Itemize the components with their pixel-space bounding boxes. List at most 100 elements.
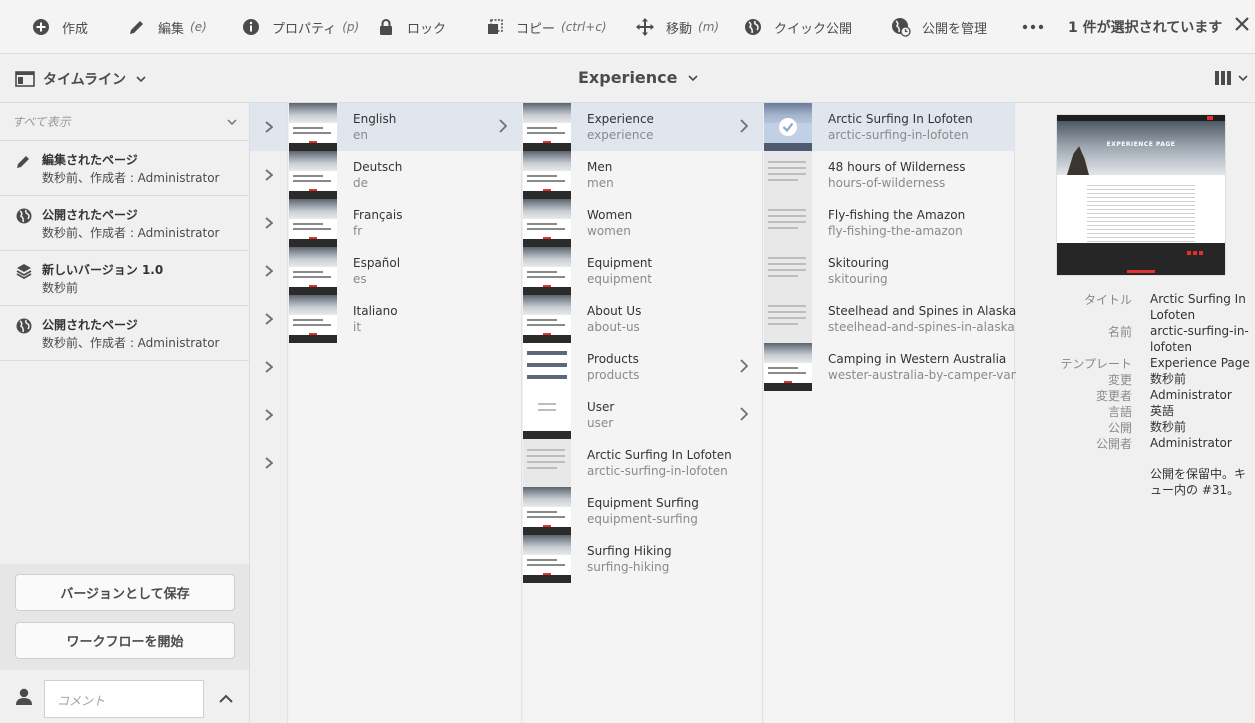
column-item[interactable]: Men men [523,151,762,199]
experience-column: Arctic Surfing In Lofoten arctic-surfing… [764,103,1018,723]
column-item[interactable]: Steelhead and Spines in Alaska steelhead… [764,295,1016,343]
rail-selector[interactable]: タイムライン [15,69,146,89]
column-item[interactable]: Français fr [289,199,521,247]
root-item[interactable] [250,439,287,487]
column-item[interactable]: Deutsch de [289,151,521,199]
chevron-right-icon [499,119,507,133]
timeline-actions: バージョンとして保存 ワークフローを開始 コメント [0,564,249,723]
root-item[interactable] [250,151,287,199]
globe-icon [16,318,32,334]
column-item[interactable]: English en [289,103,521,151]
root-item[interactable] [250,295,287,343]
meta-row: 変更者 Administrator [1016,387,1255,403]
meta-value: Experience Page [1150,356,1250,370]
column-item[interactable]: Equipment equipment [523,247,762,295]
comment-input[interactable]: コメント [44,680,204,718]
chevron-right-icon [264,361,273,373]
column-item[interactable]: About Us about-us [523,295,762,343]
chevron-right-icon [264,217,273,229]
page-thumbnail [764,199,812,247]
column-item[interactable]: User user [523,391,762,439]
comment-row: コメント [0,670,249,723]
edit-shortcut: (e) [190,20,207,34]
item-name: en [353,128,368,142]
column-item[interactable]: Skitouring skitouring [764,247,1014,295]
root-item[interactable] [250,103,287,151]
manage-publication-label: 公開を管理 [922,21,988,37]
root-item[interactable] [250,199,287,247]
chevron-right-icon [264,409,273,421]
item-title: English [353,112,397,126]
page-thumbnail [764,151,812,199]
column-item[interactable]: Women women [523,199,762,247]
properties-label: プロパティ [272,21,337,37]
column-item[interactable]: Italiano it [289,295,521,343]
item-name: equipment [587,272,652,286]
timeline-rail: すべて表示 編集されたページ 数秒前、作成者 : Administrator 公… [0,103,250,723]
timeline-entry[interactable]: 新しいバージョン 1.0 数秒前 [0,251,249,306]
chevron-right-icon [264,313,273,325]
item-name: experience [587,128,654,142]
close-selection-button[interactable] [1234,16,1252,38]
properties-shortcut: (p) [342,20,360,34]
item-name: fr [353,224,363,238]
copy-shortcut: (ctrl+c) [561,20,607,34]
view-switcher[interactable] [1214,70,1248,86]
more-icon [1022,16,1044,38]
breadcrumb[interactable]: Experience [578,68,698,87]
timeline-entry[interactable]: 編集されたページ 数秒前、作成者 : Administrator [0,141,249,196]
column-item[interactable]: Experience experience [523,103,762,151]
column-item-selected[interactable]: Arctic Surfing In Lofoten arctic-surfing… [764,103,1014,151]
meta-value: arctic-surfing-in-lofoten [1150,324,1249,354]
save-as-version-button[interactable]: バージョンとして保存 [15,574,235,611]
item-title: Products [587,352,639,366]
page-thumbnail [523,247,571,295]
page-preview-image: EXPERIENCE PAGE [1057,115,1225,275]
move-button[interactable]: 移動 (m) [634,0,719,54]
chevron-right-icon [740,359,748,373]
column-item[interactable]: Español es [289,247,521,295]
start-workflow-button[interactable]: ワークフローを開始 [15,622,235,659]
pencil-icon [16,153,32,169]
column-item[interactable]: Products products [523,343,762,391]
create-label: 作成 [62,21,89,37]
item-title: Women [587,208,633,222]
root-item[interactable] [250,343,287,391]
chevron-down-icon [227,119,237,125]
timeline-filter[interactable]: すべて表示 [0,103,249,141]
properties-button[interactable]: プロパティ (p) [240,0,359,54]
root-item[interactable] [250,247,287,295]
lock-button[interactable]: ロック [375,0,446,54]
quick-publish-button[interactable]: クイック公開 [742,0,852,54]
chevron-down-icon [136,76,146,83]
column-item[interactable]: 48 hours of Wilderness hours-of-wilderne… [764,151,1014,199]
chevron-down-icon [1238,75,1248,82]
chevron-up-icon[interactable] [219,694,233,704]
timeline-entry[interactable]: 公開されたページ 数秒前、作成者 : Administrator [0,196,249,251]
chevron-right-icon [740,407,748,421]
column-item[interactable]: Camping in Western Australia wester-aust… [764,343,1018,391]
timeline-entry[interactable]: 公開されたページ 数秒前、作成者 : Administrator [0,306,249,361]
meta-value: Administrator [1150,436,1232,450]
item-title: Men [587,160,613,174]
column-item[interactable]: Equipment Surfing equipment-surfing [523,487,762,535]
preview-panel: EXPERIENCE PAGE タイトル Arctic Surfing In Lo… [1016,103,1255,723]
edit-button[interactable]: 編集 (e) [126,0,207,54]
selected-check[interactable] [764,103,812,151]
create-button[interactable]: 作成 [30,0,88,54]
item-title: Arctic Surfing In Lofoten [587,448,732,462]
item-title: Español [353,256,401,270]
page-thumbnail [289,295,337,343]
column-item[interactable]: Arctic Surfing In Lofoten arctic-surfing… [523,439,762,487]
root-item[interactable] [250,391,287,439]
more-button[interactable] [1022,0,1054,54]
item-title: Equipment [587,256,653,270]
item-title: About Us [587,304,642,318]
page-thumbnail [764,103,812,151]
meta-row: タイトル Arctic Surfing In Lofoten [1016,291,1255,323]
manage-publication-button[interactable]: 公開を管理 [890,0,987,54]
copy-button[interactable]: コピー (ctrl+c) [484,0,607,54]
column-item[interactable]: Surfing Hiking surfing-hiking [523,535,762,583]
page-thumbnail [764,295,812,343]
column-item[interactable]: Fly-fishing the Amazon fly-fishing-the-a… [764,199,1014,247]
